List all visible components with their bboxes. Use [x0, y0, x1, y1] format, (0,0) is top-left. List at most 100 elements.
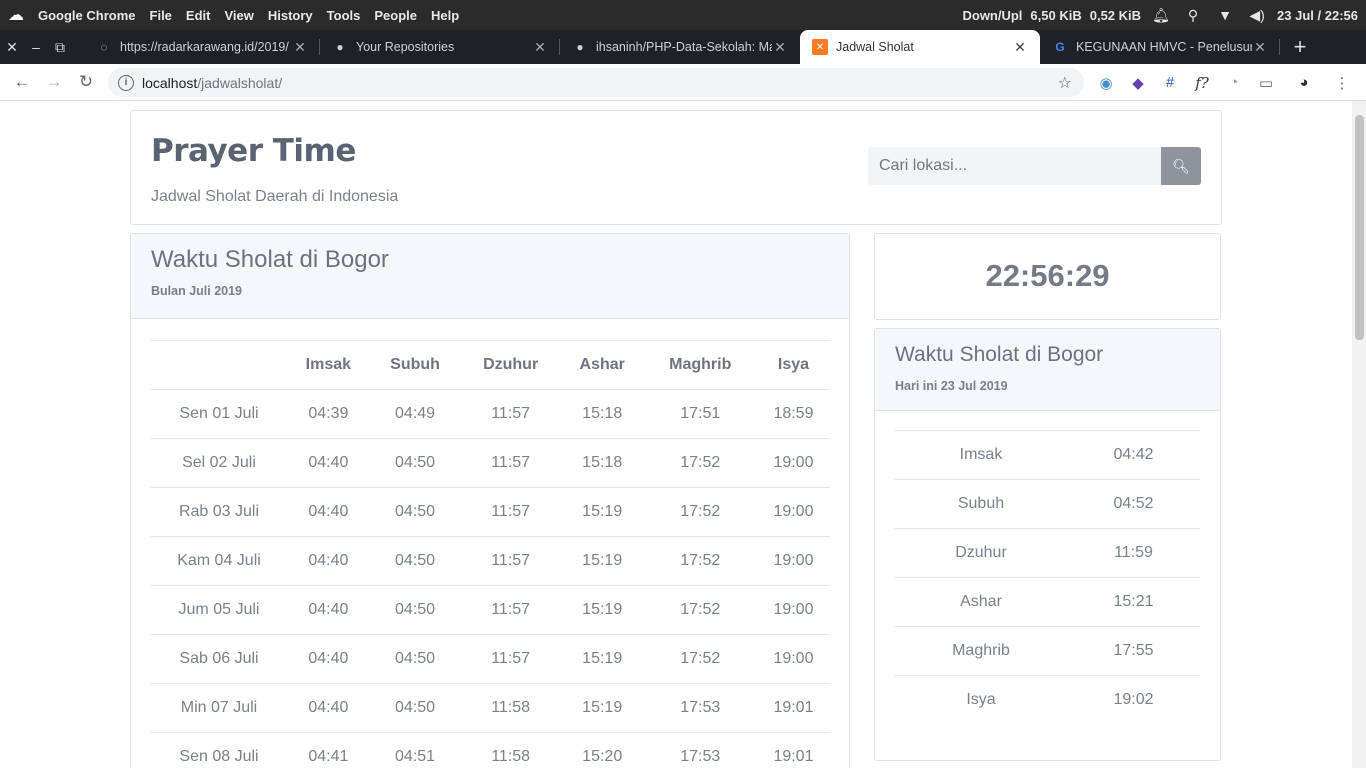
tab-close-icon[interactable]: ✕ [292, 39, 308, 56]
cell-maghrib: 17:52 [643, 634, 757, 684]
cell-ashar: 15:19 [560, 536, 644, 586]
window-restore-icon[interactable]: ⧉ [48, 39, 72, 56]
menu-history[interactable]: History [261, 8, 320, 23]
menu-help[interactable]: Help [424, 8, 466, 23]
back-arrow-icon[interactable]: ← [6, 66, 38, 98]
extension-grid-icon[interactable]: # [1154, 74, 1186, 91]
column-header: Isya [756, 340, 830, 390]
wifi-icon[interactable]: ▼ [1209, 7, 1241, 23]
today-row: Maghrib 17:55 [895, 626, 1200, 676]
tab-title: ihsaninh/PHP-Data-Sekolah: Mak [596, 40, 772, 54]
column-header [151, 340, 287, 390]
bell-icon[interactable]: 🔔︎ [1145, 7, 1177, 24]
column-header: Maghrib [643, 340, 757, 390]
location-icon[interactable]: ⚲ [1177, 7, 1209, 24]
os-top-bar: ☁ Google Chrome File Edit View History T… [0, 0, 1366, 30]
window-close-icon[interactable]: ✕ [0, 39, 24, 56]
cast-icon[interactable]: ▭ [1250, 74, 1282, 92]
table-row: Kam 04 Juli 04:40 04:50 11:57 15:19 17:52 19:0… [151, 536, 830, 586]
cell-subuh: 04:50 [369, 683, 461, 733]
tab-your-repositories[interactable]: ● Your Repositories ✕ [320, 30, 560, 64]
extension-cube-icon[interactable]: ◆ [1122, 74, 1154, 92]
cell-imsak: 04:41 [287, 732, 370, 768]
scrollbar-thumb[interactable] [1355, 115, 1364, 340]
tab-close-icon[interactable]: ✕ [1012, 39, 1028, 56]
cell-isya: 19:00 [756, 585, 830, 635]
cell-isya: 19:00 [756, 536, 830, 586]
tab-close-icon[interactable]: ✕ [1252, 39, 1268, 56]
menu-people[interactable]: People [367, 8, 424, 23]
table-row: Rab 03 Juli 04:40 04:50 11:57 15:19 17:52 19:0… [151, 487, 830, 537]
browser-toolbar: ← → ↻ i localhost/jadwalsholat/ ☆ ◉ ◆ # … [0, 64, 1366, 101]
search-input[interactable] [868, 147, 1161, 185]
live-clock: 22:56:29 [985, 258, 1110, 293]
cell-maghrib: 17:53 [643, 683, 757, 733]
info-icon[interactable]: i [118, 74, 134, 91]
net-down: 6,50 KiB [1030, 7, 1082, 23]
cell-isya: 19:00 [756, 487, 830, 537]
table-row: Min 07 Juli 04:40 04:50 11:58 15:19 17:53 19:0… [151, 683, 830, 733]
system-clock[interactable]: 23 Jul / 22:56 [1273, 8, 1366, 23]
os-logo-icon[interactable]: ☁ [0, 0, 32, 30]
github-icon: ● [576, 40, 584, 54]
extension-formula-icon[interactable]: f? [1186, 74, 1218, 92]
cell-imsak: 04:40 [287, 438, 370, 488]
menu-kebab-icon[interactable]: ⋮ [1326, 74, 1358, 92]
window-minimize-icon[interactable]: – [24, 39, 48, 55]
reload-icon[interactable]: ↻ [70, 66, 102, 98]
menu-tools[interactable]: Tools [320, 8, 368, 23]
tab-title: KEGUNAAN HMVC - Penelusuran [1076, 40, 1252, 54]
today-subtitle: Hari ini 23 Jul 2019 [895, 379, 1008, 393]
menu-view[interactable]: View [217, 8, 260, 23]
today-card-header: Waktu Sholat di Bogor Hari ini 23 Jul 20… [875, 329, 1220, 411]
page-scrollbar[interactable] [1352, 101, 1366, 768]
cell-subuh: 04:50 [369, 634, 461, 684]
today-row: Ashar 15:21 [895, 577, 1200, 627]
cell-imsak: 04:39 [287, 389, 370, 439]
today-title: Waktu Sholat di Bogor [895, 343, 1104, 366]
menu-edit[interactable]: Edit [179, 8, 218, 23]
window-controls: ✕ – ⧉ [0, 30, 84, 64]
cell-imsak: 04:40 [287, 487, 370, 537]
today-row: Dzuhur 11:59 [895, 528, 1200, 578]
bookmark-star-icon[interactable]: ☆ [1058, 73, 1072, 93]
tab-strip: ✕ – ⧉ ◌ https://radarkarawang.id/2019/ ✕… [0, 30, 1366, 64]
forward-arrow-icon[interactable]: → [38, 66, 70, 98]
tab-title: https://radarkarawang.id/2019/ [120, 40, 289, 54]
cell-subuh: 04:50 [369, 585, 461, 635]
cell-day: Sel 02 Juli [151, 438, 287, 488]
prayer-name: Isya [895, 675, 1067, 725]
tab-php-data-sekolah[interactable]: ● ihsaninh/PHP-Data-Sekolah: Mak ✕ [560, 30, 800, 64]
prayer-time: 04:52 [1067, 479, 1200, 529]
cell-isya: 19:01 [756, 732, 830, 768]
cell-isya: 18:59 [756, 389, 830, 439]
cell-imsak: 04:40 [287, 683, 370, 733]
tab-kegunaan-hmvc[interactable]: G KEGUNAAN HMVC - Penelusuran ✕ [1040, 30, 1280, 64]
app-name[interactable]: Google Chrome [32, 8, 143, 23]
tab-close-icon[interactable]: ✕ [772, 39, 788, 56]
tab-jadwal-sholat[interactable]: ✕ Jadwal Sholat ✕ [800, 30, 1040, 64]
cell-maghrib: 17:53 [643, 732, 757, 768]
cell-ashar: 15:19 [560, 634, 644, 684]
menu-file[interactable]: File [143, 8, 179, 23]
url-host: localhost [142, 74, 198, 91]
xampp-icon: ✕ [812, 39, 828, 55]
tab-radarkarawang[interactable]: ◌ https://radarkarawang.id/2019/ ✕ [84, 30, 320, 64]
extension-globe-icon[interactable]: ◉ [1090, 74, 1122, 92]
today-row: Isya 19:02 [895, 675, 1200, 725]
cell-ashar: 15:19 [560, 683, 644, 733]
cell-subuh: 04:49 [369, 389, 461, 439]
profile-avatar-icon[interactable]: ◕ [1282, 74, 1326, 91]
cell-imsak: 04:40 [287, 634, 370, 684]
search-button[interactable]: 🔍︎ [1161, 147, 1201, 185]
volume-icon[interactable]: ◀) [1241, 7, 1273, 24]
cell-subuh: 04:50 [369, 438, 461, 488]
address-bar[interactable]: i localhost/jadwalsholat/ ☆ [108, 68, 1084, 97]
prayer-time: 19:02 [1067, 675, 1200, 725]
new-tab-button[interactable]: + [1280, 30, 1320, 64]
monthly-subtitle: Bulan Juli 2019 [151, 284, 243, 298]
extension-feather-icon[interactable]: ◔ [1218, 74, 1250, 91]
cell-maghrib: 17:52 [643, 438, 757, 488]
tab-close-icon[interactable]: ✕ [532, 39, 548, 56]
prayer-time: 15:21 [1067, 577, 1200, 627]
